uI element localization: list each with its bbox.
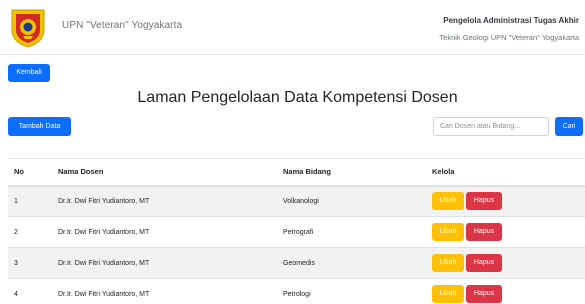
edit-button[interactable]: Ubah bbox=[432, 192, 464, 211]
delete-button[interactable]: Hapus bbox=[466, 285, 502, 304]
table-row: 3 Dr.Ir. Dwi Fitri Yudiantoro, MT Geomed… bbox=[8, 247, 585, 279]
header-actions: Kelola bbox=[432, 167, 455, 177]
table-row: 1 Dr.Ir. Dwi Fitri Yudiantoro, MT Volkan… bbox=[8, 185, 585, 217]
row-number: 2 bbox=[14, 228, 18, 236]
delete-button[interactable]: Hapus bbox=[466, 223, 502, 241]
edit-button[interactable]: Ubah bbox=[432, 285, 464, 304]
delete-button[interactable]: Hapus bbox=[466, 192, 502, 211]
table-row: 2 Dr.Ir. Dwi Fitri Yudiantoro, MT Petrog… bbox=[8, 216, 585, 248]
row-number: 4 bbox=[14, 290, 18, 298]
edit-button[interactable]: Ubah bbox=[432, 223, 464, 241]
lecturer-name: Dr.Ir. Dwi Fitri Yudiantoro, MT bbox=[58, 228, 150, 236]
row-actions: Ubah Hapus bbox=[432, 186, 585, 217]
search-input[interactable] bbox=[433, 117, 549, 136]
page-header: UPN "Veteran" Yogyakarta Pengelola Admin… bbox=[0, 0, 585, 55]
row-number: 3 bbox=[14, 259, 18, 267]
header-field-name: Nama Bidang bbox=[283, 167, 331, 177]
row-actions: Ubah Hapus bbox=[432, 248, 585, 279]
back-button[interactable]: Kembali bbox=[8, 64, 50, 82]
university-name: UPN "Veteran" Yogyakarta bbox=[62, 20, 183, 31]
user-role: Pengelola Administrasi Tugas Akhir bbox=[443, 16, 579, 25]
add-data-button[interactable]: Tambah Data bbox=[8, 117, 71, 136]
lecturer-name: Dr.Ir. Dwi Fitri Yudiantoro, MT bbox=[58, 259, 150, 267]
row-number: 1 bbox=[14, 197, 18, 205]
lecturer-competency-table: No Nama Dosen Nama Bidang Kelola 1 Dr.Ir… bbox=[8, 158, 585, 304]
department-name: Teknik Geologi UPN "Veteran" Yogyakarta bbox=[439, 33, 579, 42]
header-lecturer-name: Nama Dosen bbox=[58, 167, 104, 177]
delete-button[interactable]: Hapus bbox=[466, 254, 502, 272]
university-emblem-icon bbox=[11, 9, 45, 48]
field-name: Geomedis bbox=[283, 259, 315, 267]
search-button[interactable]: Cari bbox=[555, 117, 583, 136]
table-header-row: No Nama Dosen Nama Bidang Kelola bbox=[8, 158, 585, 186]
row-actions: Ubah Hapus bbox=[432, 279, 585, 304]
lecturer-name: Dr.Ir. Dwi Fitri Yudiantoro, MT bbox=[58, 197, 150, 205]
field-name: Petrografi bbox=[283, 228, 314, 236]
header-no: No bbox=[14, 167, 24, 177]
field-name: Petrologi bbox=[283, 290, 311, 298]
lecturer-name: Dr.Ir. Dwi Fitri Yudiantoro, MT bbox=[58, 290, 150, 298]
table-row: 4 Dr.Ir. Dwi Fitri Yudiantoro, MT Petrol… bbox=[8, 278, 585, 304]
row-actions: Ubah Hapus bbox=[432, 217, 585, 248]
edit-button[interactable]: Ubah bbox=[432, 254, 464, 272]
field-name: Volkanologi bbox=[283, 197, 319, 205]
page-title: Laman Pengelolaan Data Kompetensi Dosen bbox=[137, 89, 458, 106]
